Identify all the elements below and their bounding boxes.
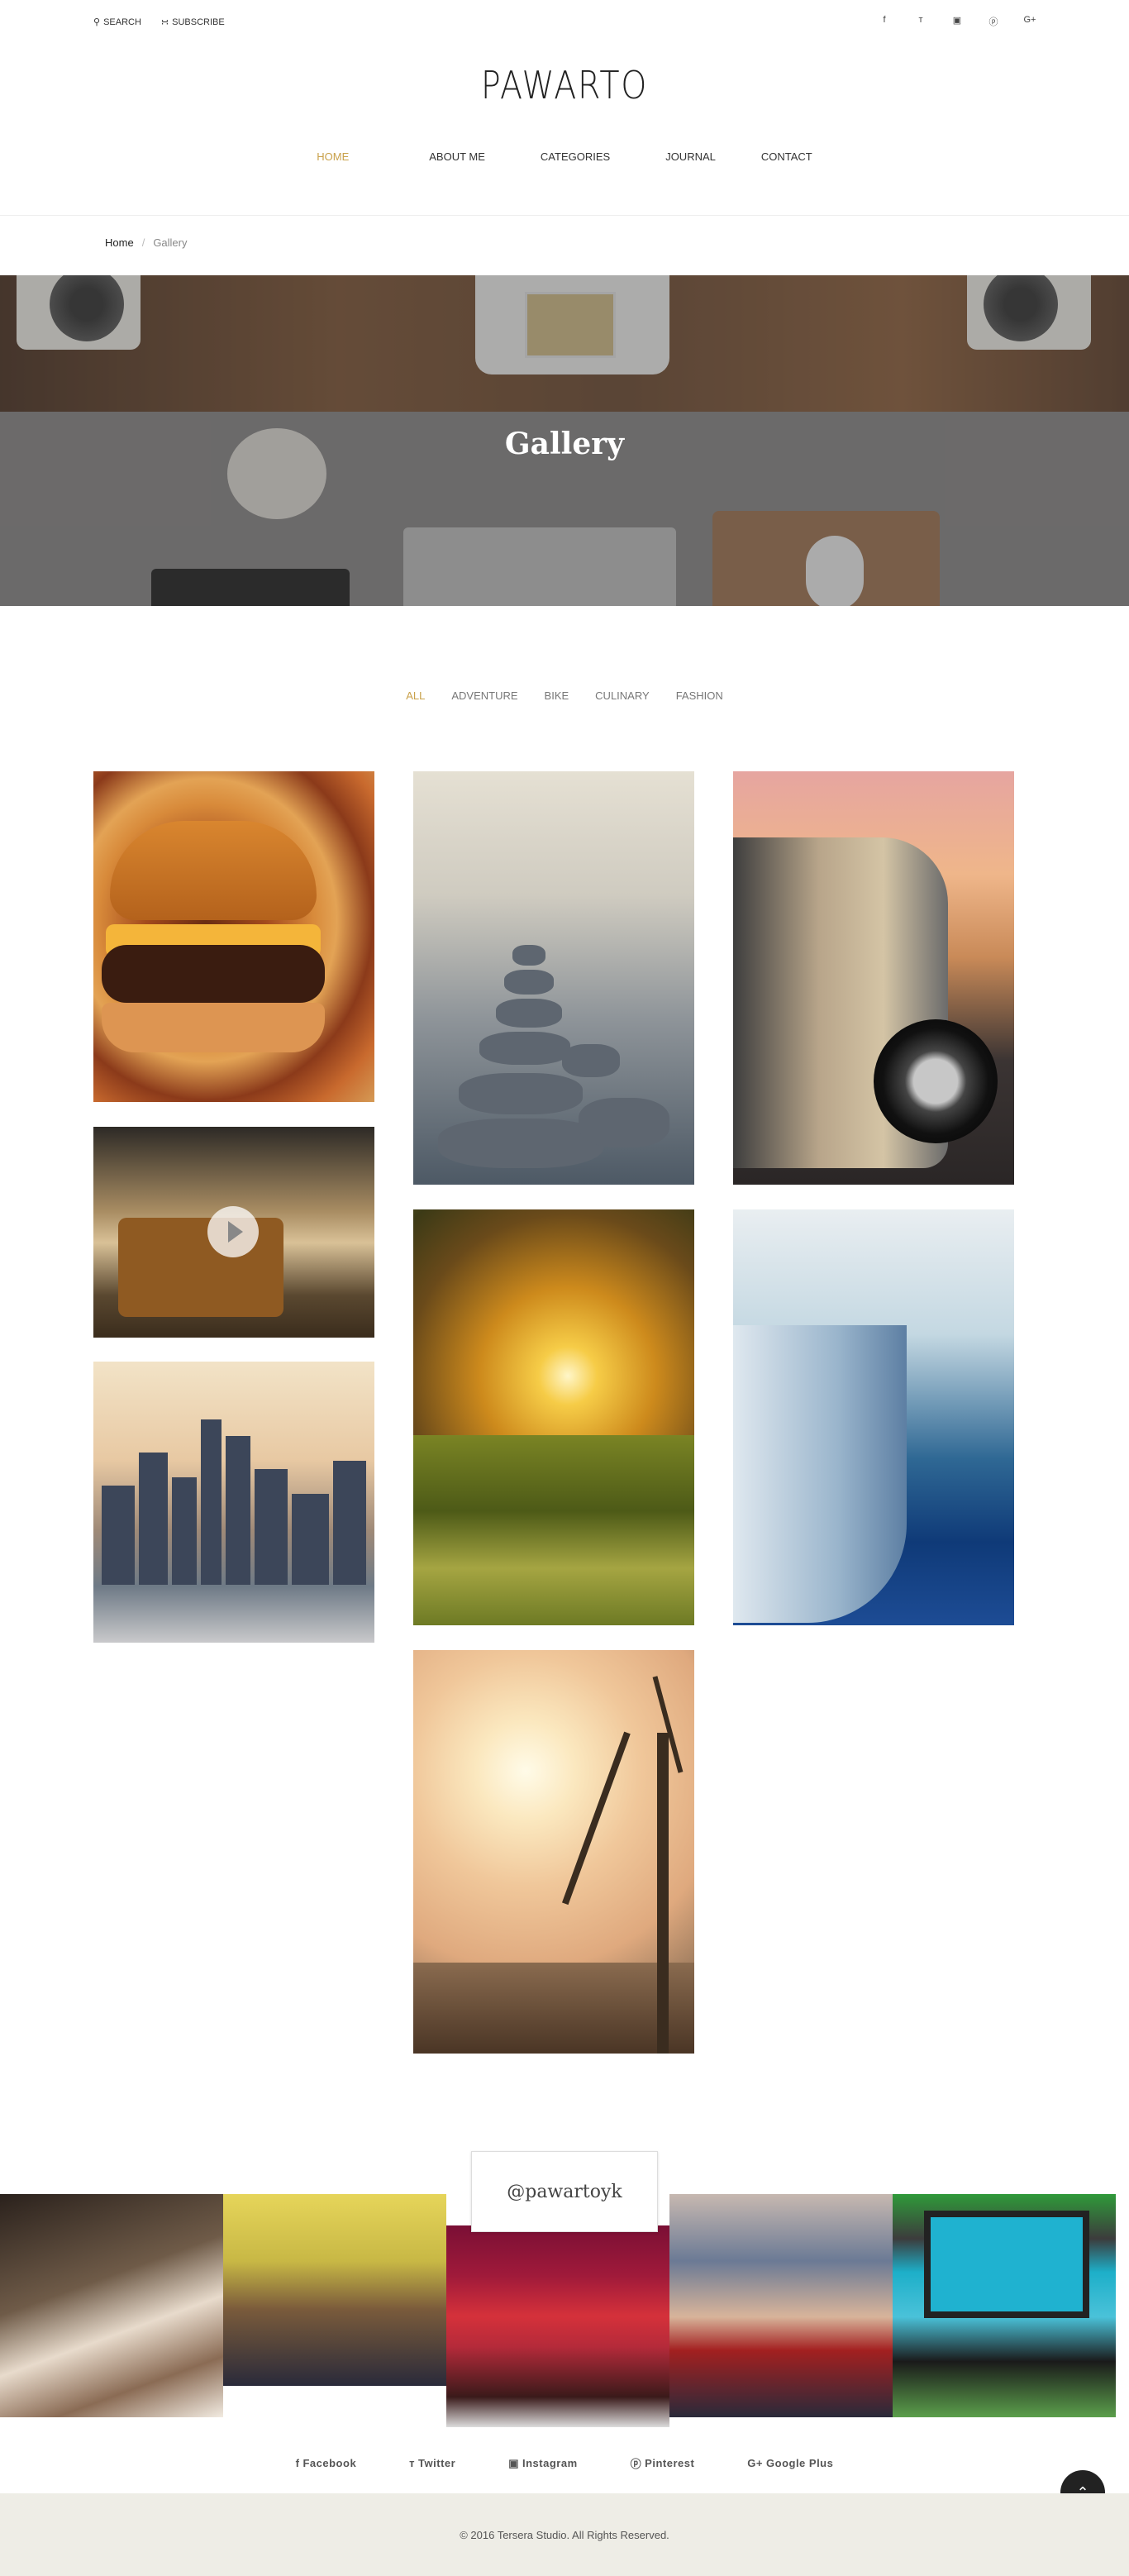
instagram-icon[interactable]: ▣: [950, 15, 964, 28]
filter-culinary[interactable]: CULINARY: [595, 689, 650, 702]
top-bar: ⚲ SEARCH ∺ SUBSCRIBE f ᴛ ▣ ⓟ G+: [0, 0, 1129, 45]
breadcrumb-current: Gallery: [153, 236, 188, 249]
instagram-photo[interactable]: [893, 2194, 1116, 2417]
twitter-icon[interactable]: ᴛ: [914, 15, 927, 28]
footer-facebook-label: Facebook: [302, 2457, 357, 2469]
rss-icon: ∺: [160, 17, 169, 27]
search-icon: ⚲: [93, 17, 101, 27]
instagram-photo[interactable]: [0, 2194, 223, 2417]
instagram-icon: ▣: [508, 2456, 519, 2469]
footer-facebook-link[interactable]: f Facebook: [296, 2455, 357, 2471]
hero-banner: Gallery: [0, 275, 1129, 606]
facebook-icon[interactable]: f: [878, 15, 891, 28]
google-plus-icon[interactable]: G+: [1023, 15, 1036, 28]
twitter-icon: ᴛ: [409, 2457, 416, 2469]
top-social-links: f ᴛ ▣ ⓟ G+: [878, 15, 1036, 28]
footer-google-plus-link[interactable]: G+ Google Plus: [747, 2455, 833, 2471]
filter-all[interactable]: ALL: [406, 689, 425, 702]
footer-twitter-link[interactable]: ᴛ Twitter: [409, 2455, 455, 2471]
breadcrumb: Home / Gallery: [105, 236, 188, 249]
top-left-links: ⚲ SEARCH ∺ SUBSCRIBE: [93, 17, 225, 28]
copyright: © 2016 Tersera Studio. All Rights Reserv…: [460, 2529, 669, 2541]
instagram-photo[interactable]: [446, 2225, 669, 2427]
play-icon[interactable]: [207, 1206, 259, 1257]
footer-pinterest-label: Pinterest: [645, 2457, 695, 2469]
footer-twitter-label: Twitter: [418, 2457, 456, 2469]
breadcrumb-separator: /: [141, 236, 145, 249]
pinterest-icon: ⓟ: [630, 2458, 642, 2470]
nav-contact[interactable]: CONTACT: [761, 150, 812, 163]
header-divider: [0, 215, 1129, 216]
instagram-photo[interactable]: [669, 2194, 893, 2417]
gallery-item-video[interactable]: [93, 1127, 374, 1338]
pinterest-icon[interactable]: ⓟ: [987, 15, 1000, 28]
site-logo[interactable]: PAWARTO: [79, 63, 1050, 107]
footer-instagram-link[interactable]: ▣ Instagram: [508, 2455, 577, 2471]
instagram-photo[interactable]: [223, 2194, 446, 2386]
gallery-filters: ALL ADVENTURE BIKE CULINARY FASHION: [0, 689, 1129, 702]
search-label: SEARCH: [103, 17, 141, 27]
filter-fashion[interactable]: FASHION: [676, 689, 723, 702]
footer-social-links: f Facebook ᴛ Twitter ▣ Instagram ⓟ Pinte…: [0, 2455, 1129, 2471]
page-title: Gallery: [504, 427, 625, 461]
footer: © 2016 Tersera Studio. All Rights Reserv…: [0, 2493, 1129, 2576]
nav-journal[interactable]: JOURNAL: [665, 150, 716, 163]
search-link[interactable]: ⚲ SEARCH: [93, 17, 141, 28]
breadcrumb-home[interactable]: Home: [105, 236, 134, 249]
gallery-item-sailboat[interactable]: [733, 1209, 1014, 1625]
filter-adventure[interactable]: ADVENTURE: [451, 689, 517, 702]
footer-pinterest-link[interactable]: ⓟ Pinterest: [631, 2455, 695, 2471]
subscribe-label: SUBSCRIBE: [172, 17, 225, 27]
instagram-handle[interactable]: @pawartoyk: [471, 2151, 658, 2232]
nav-home[interactable]: HOME: [317, 150, 349, 163]
footer-instagram-label: Instagram: [522, 2457, 578, 2469]
gallery-item-city[interactable]: [93, 1362, 374, 1643]
facebook-icon: f: [295, 2457, 300, 2469]
google-plus-icon: G+: [747, 2457, 764, 2469]
gallery-item-burger[interactable]: [93, 771, 374, 1102]
nav-categories[interactable]: CATEGORIES: [541, 150, 610, 163]
subscribe-link[interactable]: ∺ SUBSCRIBE: [160, 17, 225, 28]
filter-bike[interactable]: BIKE: [545, 689, 569, 702]
main-nav: HOME ABOUT ME CATEGORIES JOURNAL CONTACT: [0, 150, 1129, 163]
gallery-item-sunset-field[interactable]: [413, 1209, 694, 1625]
gallery-item-wind-turbine[interactable]: [413, 1650, 694, 2054]
footer-google-plus-label: Google Plus: [766, 2457, 834, 2469]
gallery-item-car[interactable]: [733, 771, 1014, 1185]
nav-about-me[interactable]: ABOUT ME: [429, 150, 485, 163]
gallery-item-rocks[interactable]: [413, 771, 694, 1185]
